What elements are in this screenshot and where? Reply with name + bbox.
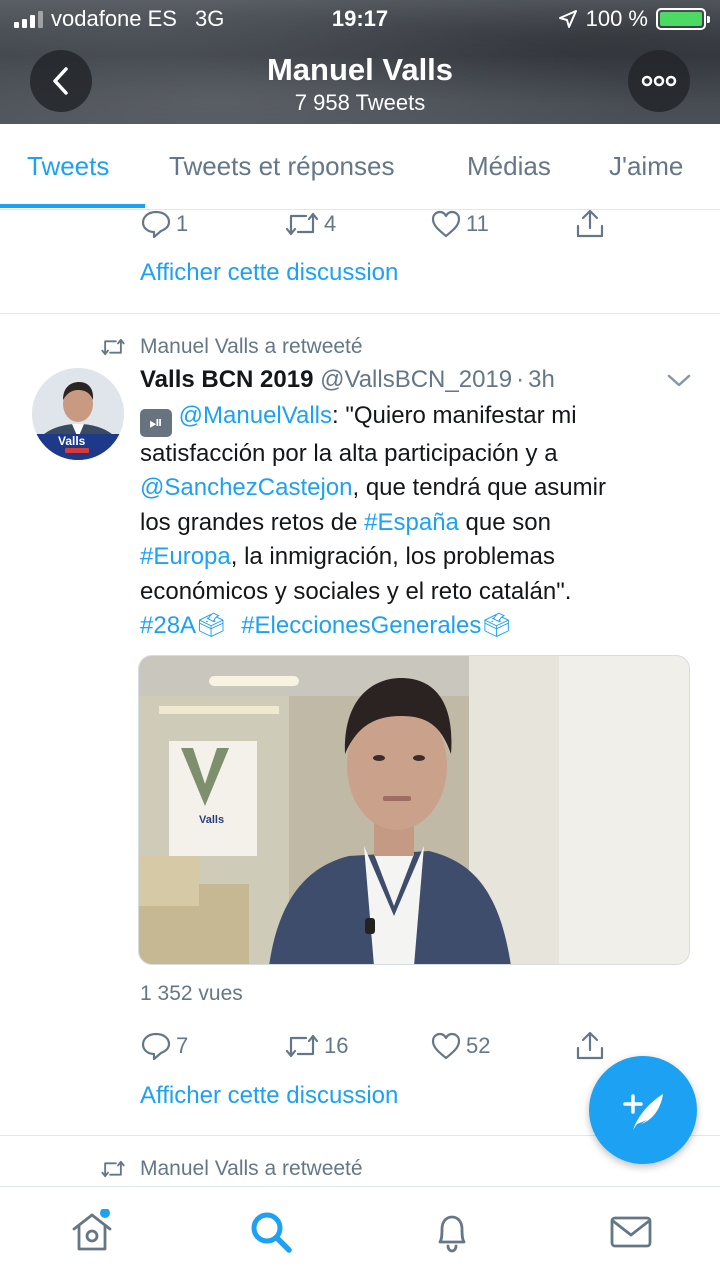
retweet-icon [285,212,319,236]
notifications-bell-icon [438,1215,466,1253]
tweet-text-segment: , la inmigración, los problemas [230,543,555,571]
profile-header: vodafone ES 3G 19:17 100 % Manuel Valls … [0,0,720,124]
chevron-down-icon[interactable] [666,372,692,388]
compose-tweet-icon [623,1094,663,1130]
profile-title: Manuel Valls 7 958 Tweets [0,52,720,116]
retweet-count: 4 [324,211,337,236]
battery-icon [656,8,710,30]
retweet-button[interactable]: 4 [284,210,336,238]
tweet-text-segment: los grandes retos de [140,508,365,536]
share-button[interactable] [574,1030,606,1062]
home-icon [72,1208,112,1251]
tweet-count: 7 958 Tweets [294,90,426,115]
compose-tweet-button[interactable] [589,1056,697,1164]
like-button[interactable]: 11 [430,209,489,239]
tweet-text-segment: , que tendrá que asumir [352,474,606,502]
retweeted-by-label: Manuel Valls a retweeté [140,1157,363,1180]
bottom-navigation [0,1186,720,1280]
like-count: 52 [466,1033,491,1058]
nav-search[interactable] [248,1209,294,1260]
location-arrow-icon [558,10,577,28]
tweet-video[interactable]: Valls [138,655,690,965]
share-icon [576,209,604,238]
profile-name: Manuel Valls [266,52,454,87]
retweeted-by: Manuel Valls a retweeté [100,335,363,359]
mention-link[interactable]: @ManuelValls [179,402,332,429]
tweet-text-segment: que son [458,508,551,536]
share-icon [576,1031,604,1060]
retweeted-by-label: Manuel Valls a retweeté [140,335,363,358]
hashtag-link[interactable]: #España [364,509,459,536]
tweet-text: ⏯ @ManuelValls: "Quiero manifestar mi sa… [140,399,680,643]
reply-button[interactable]: 1 [140,209,188,239]
heart-icon [431,210,461,238]
active-tab-indicator [0,204,145,208]
tab-tweets-replies[interactable]: Tweets et réponses [169,124,394,210]
nav-messages[interactable] [608,1209,654,1260]
share-button[interactable] [574,208,606,240]
retweet-icon [285,1034,319,1058]
more-horizontal-icon [641,75,677,87]
tweet-text-segment: : "Quiero manifestar mi [332,402,577,429]
retweet-button[interactable]: 16 [284,1032,348,1060]
show-thread-link[interactable]: Afficher cette discussion [140,1082,398,1110]
tweet-line: #Europa, la inmigración, los problemas [140,540,680,574]
search-icon [251,1212,292,1253]
avatar[interactable]: Valls [32,368,124,460]
retweet-count: 16 [324,1033,349,1058]
tweet-actions: 7 16 52 [140,1030,620,1062]
heart-icon [431,1032,461,1060]
user-handle[interactable]: @VallsBCN_2019 [320,366,512,393]
reply-count: 7 [176,1033,189,1058]
previous-tweet-actions: 1 4 11 [140,208,620,240]
nav-notifications[interactable] [429,1209,475,1260]
tweet-line: @SanchezCastejon, que tendrá que asumir [140,471,680,505]
retweet-small-icon [101,338,125,356]
tab-likes[interactable]: J'aime [609,124,683,210]
show-thread-link[interactable]: Afficher cette discussion [140,259,398,287]
hashtag-link[interactable]: #Europa [140,543,231,570]
video-thumbnail [139,656,689,964]
retweeted-by: Manuel Valls a retweeté [100,1157,363,1181]
avatar-badge-stripe [65,448,89,453]
tweet-line: #28A🗳 #EleccionesGenerales🗳 [140,609,680,643]
tweet-line: económicos y sociales y el reto catalán"… [140,577,572,605]
tweet-time: 3h [528,366,555,393]
reply-count: 1 [176,211,189,236]
messages-envelope-icon [610,1216,652,1248]
retweet-small-icon [101,1160,125,1178]
battery-percent: 100 % [585,6,648,31]
avatar-badge: Valls [58,434,86,448]
hashtag-link[interactable]: #EleccionesGenerales🗳 [241,612,512,639]
like-button[interactable]: 52 [430,1031,490,1061]
reply-icon [141,1032,171,1061]
tab-media[interactable]: Médias [467,124,551,210]
tweet-line: ⏯ @ManuelValls: "Quiero manifestar mi [140,399,680,437]
tweet-line: los grandes retos de #España que son [140,506,680,540]
tweet-line: satisfacción por la alta participación y… [140,440,558,467]
tweet-divider [0,313,720,314]
reply-icon [141,210,171,239]
tweet-header: Valls BCN 2019 @VallsBCN_2019 · 3h [140,366,555,394]
hashtag-link[interactable]: #28A🗳 [140,612,227,639]
status-bar: vodafone ES 3G 19:17 100 % [0,6,720,36]
display-name[interactable]: Valls BCN 2019 [140,366,313,393]
view-count: 1 352 vues [140,982,243,1005]
more-options-button[interactable] [628,50,690,112]
reply-button[interactable]: 7 [140,1031,188,1061]
nav-home[interactable] [69,1208,115,1260]
play-pause-emoji-icon: ⏯ [140,409,172,437]
time-separator: · [516,366,525,393]
tab-tweets[interactable]: Tweets [27,124,109,210]
like-count: 11 [466,211,489,236]
mention-link[interactable]: @SanchezCastejon [140,474,352,501]
media-logo-text: Valls [199,814,225,826]
profile-tabs: Tweets Tweets et réponses Médias J'aime [0,124,720,210]
